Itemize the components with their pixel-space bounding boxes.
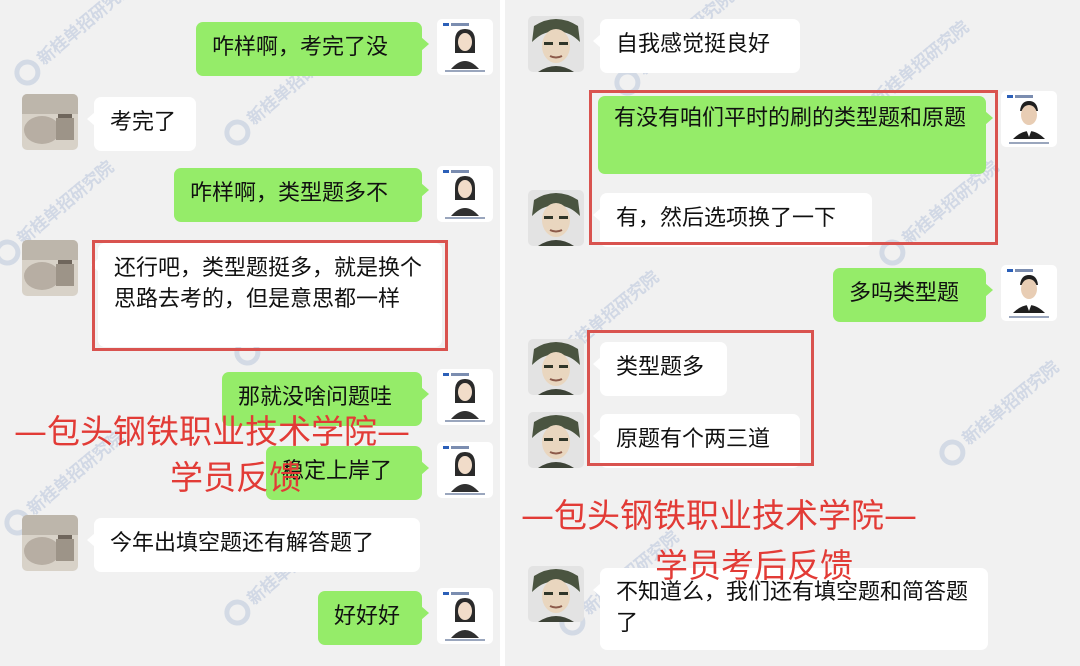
student-avatar[interactable] [528, 190, 584, 246]
teacher-avatar[interactable] [437, 166, 493, 222]
message-bubble-received[interactable]: 考完了 [87, 97, 196, 151]
message-bubble-sent[interactable]: 咋样啊，考完了没 [196, 22, 429, 76]
message-text: 咋样啊，类型题多不 [190, 181, 389, 206]
message-bubble-received[interactable]: 今年出填空题还有解答题了 [87, 518, 420, 572]
message-text: 自我感觉挺良好 [616, 32, 771, 57]
student-avatar[interactable] [528, 566, 584, 622]
student-avatar[interactable] [22, 515, 78, 571]
student-avatar[interactable] [22, 94, 78, 150]
message-bubble-sent[interactable]: 好好好 [318, 591, 429, 645]
message-bubble-sent[interactable]: 咋样啊，类型题多不 [174, 168, 429, 222]
message-text: 咋样啊，考完了没 [212, 35, 389, 60]
student-avatar[interactable] [528, 16, 584, 72]
message-text: 今年出填空题还有解答题了 [110, 531, 375, 556]
right-chat-panel: 新桂单招研究院 新桂单招研究院 新桂单招研究院 新桂单招研究院 新桂单招研究院 … [505, 0, 1080, 666]
school-caption: —包头钢铁职业技术学院— [14, 412, 410, 451]
teacher-avatar[interactable] [437, 19, 493, 75]
message-text: 那就没啥问题哇 [238, 385, 393, 410]
highlight-box [92, 240, 448, 351]
teacher-avatar[interactable] [437, 369, 493, 425]
teacher-avatar[interactable] [437, 588, 493, 644]
left-chat-panel: 新桂单招研究院 新桂单招研究院 新桂单招研究院 新桂单招研究院 新桂单招研究院 … [0, 0, 500, 666]
message-text: 考完了 [110, 110, 177, 135]
message-text: 好好好 [334, 604, 401, 629]
teacher-avatar[interactable] [437, 442, 493, 498]
highlight-box [587, 330, 814, 466]
feedback-caption: 学员考后反馈 [655, 546, 853, 585]
school-caption: —包头钢铁职业技术学院— [521, 496, 917, 535]
message-bubble-received[interactable]: 自我感觉挺良好 [593, 19, 800, 73]
student-avatar[interactable] [528, 412, 584, 468]
watermark-logo-icon: 新桂单招研究院 [934, 355, 1065, 471]
student-avatar[interactable] [22, 240, 78, 296]
message-bubble-sent[interactable]: 多吗类型题 [833, 268, 993, 322]
teacher-avatar[interactable] [1001, 91, 1057, 147]
watermark-logo-icon: 新桂单招研究院 [9, 0, 140, 91]
teacher-avatar[interactable] [1001, 265, 1057, 321]
highlight-box [589, 90, 998, 245]
student-avatar[interactable] [528, 339, 584, 395]
message-text: 不知道么，我们还有填空题和简答题了 [616, 580, 969, 636]
feedback-caption: 学员反馈 [170, 458, 302, 497]
message-text: 多吗类型题 [849, 281, 960, 306]
